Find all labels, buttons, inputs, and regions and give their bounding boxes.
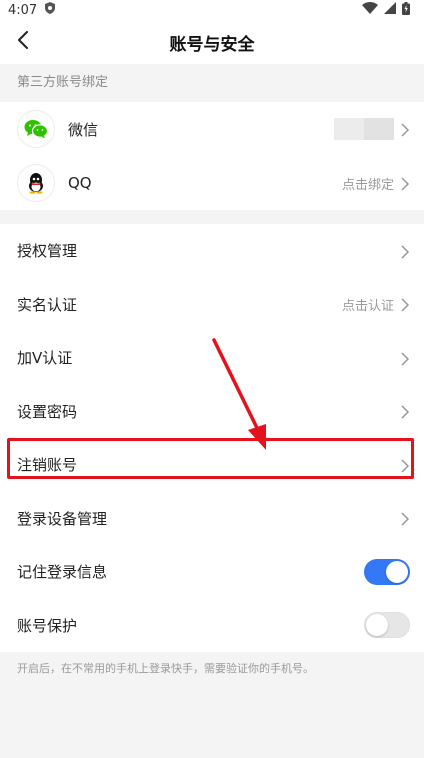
account-name-qq: QQ — [68, 174, 92, 192]
qq-icon — [17, 164, 55, 202]
menu-item-label: 记住登录信息 — [17, 563, 108, 582]
chevron-right-icon — [400, 511, 410, 526]
back-button[interactable] — [10, 29, 36, 55]
menu-item-real-name[interactable]: 实名认证 点击认证 — [0, 277, 424, 331]
menu-item-authorization[interactable]: 授权管理 — [0, 224, 424, 278]
wechat-icon — [17, 110, 55, 148]
chevron-right-icon — [400, 458, 410, 473]
chevron-right-icon — [400, 122, 410, 137]
page-title: 账号与安全 — [169, 34, 255, 55]
chevron-right-icon — [400, 404, 410, 419]
menu-item-account-protection: 账号保护 — [0, 598, 424, 652]
chevron-right-icon — [400, 297, 410, 312]
toggle-knob — [386, 560, 408, 583]
third-party-accounts: 微信 QQ 点击绑定 — [0, 102, 424, 210]
status-bar: 4:07 — [0, 0, 424, 20]
menu-item-label: 设置密码 — [17, 402, 78, 421]
chevron-right-icon — [400, 244, 410, 259]
menu-item-label: 实名认证 — [17, 295, 78, 314]
account-protection-toggle[interactable] — [364, 612, 410, 639]
chevron-right-icon — [400, 176, 410, 191]
remember-login-toggle[interactable] — [364, 558, 410, 585]
menu-item-remember-login: 记住登录信息 — [0, 545, 424, 599]
shield-status-icon — [45, 2, 56, 18]
menu-item-set-password[interactable]: 设置密码 — [0, 384, 424, 438]
signal-icon — [384, 2, 396, 18]
qq-bind-hint: 点击绑定 — [341, 177, 394, 193]
menu-item-label: 注销账号 — [17, 456, 78, 475]
account-row-qq[interactable]: QQ 点击绑定 — [0, 156, 424, 210]
settings-menu: 授权管理 实名认证 点击认证 加V认证 设置密码 注销账号 登录设备管理 记住登… — [0, 224, 424, 652]
battery-icon — [402, 1, 410, 19]
status-time: 4:07 — [8, 2, 38, 18]
menu-item-label: 登录设备管理 — [17, 509, 108, 528]
section-gap — [0, 210, 424, 224]
nav-bar: 账号与安全 — [0, 20, 424, 64]
wifi-icon — [362, 2, 378, 18]
menu-item-verified-v[interactable]: 加V认证 — [0, 331, 424, 385]
toggle-knob — [366, 614, 388, 637]
account-name-wechat: 微信 — [68, 120, 99, 139]
account-protection-note: 开启后，在不常用的手机上登录快手，需要验证你的手机号。 — [0, 652, 424, 676]
menu-item-label: 加V认证 — [17, 349, 73, 368]
real-name-hint: 点击认证 — [341, 298, 394, 314]
section-header-third-party: 第三方账号绑定 — [0, 64, 424, 102]
chevron-left-icon — [17, 31, 29, 53]
menu-item-device-management[interactable]: 登录设备管理 — [0, 491, 424, 545]
wechat-bound-info-redacted — [334, 118, 394, 140]
menu-item-label: 账号保护 — [17, 616, 78, 635]
account-row-wechat[interactable]: 微信 — [0, 102, 424, 156]
menu-item-delete-account[interactable]: 注销账号 — [0, 438, 424, 492]
chevron-right-icon — [400, 351, 410, 366]
menu-item-label: 授权管理 — [17, 242, 78, 261]
